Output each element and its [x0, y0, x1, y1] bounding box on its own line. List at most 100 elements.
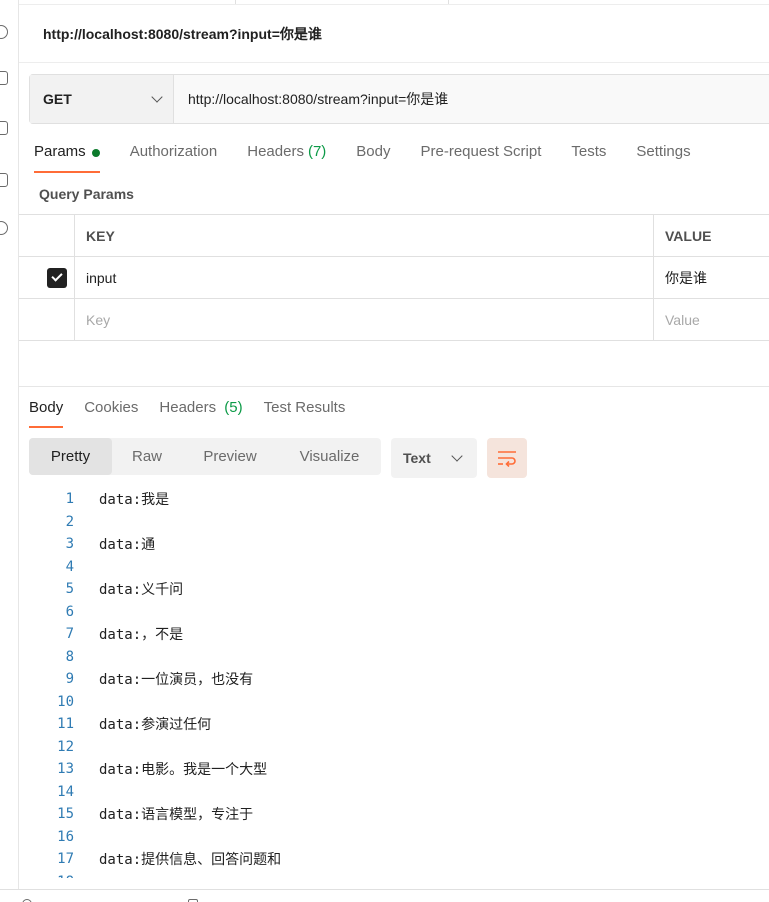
tab-pre-request-script-label: Pre-request Script: [420, 143, 542, 160]
code-line: 16: [19, 826, 769, 849]
tab-tests-label: Tests: [571, 143, 607, 160]
tab-settings-label: Settings: [636, 143, 691, 160]
line-number: 14: [57, 783, 74, 800]
line-text: data:义千问: [99, 582, 184, 599]
code-line: 11 data:参演过任何: [19, 713, 769, 736]
line-number: 3: [65, 536, 74, 553]
apis-icon[interactable]: [0, 70, 12, 86]
view-pretty-button[interactable]: Pretty: [29, 438, 112, 475]
code-line: 15 data:语言模型，专注于: [19, 803, 769, 826]
tab-authorization[interactable]: Authorization: [130, 143, 218, 173]
code-line: 5 data:义千问: [19, 578, 769, 601]
param-enabled-checkbox[interactable]: [46, 267, 67, 288]
resp-tab-cookies[interactable]: Cookies: [84, 399, 138, 428]
resp-tab-test-results-label: Test Results: [263, 399, 346, 416]
table-header-row: KEY VALUE: [19, 215, 769, 257]
tab-headers-count: (7): [307, 143, 327, 160]
response-body-editor[interactable]: 1 data:我是 2 3 data:通 4 5 data:义千问 6 7 data:，不是 8 9 da…: [19, 488, 769, 893]
code-line: 13 data:电影。我是一个大型: [19, 758, 769, 781]
view-preview-button[interactable]: Preview: [182, 438, 278, 475]
param-value-cell[interactable]: 你是谁: [654, 257, 769, 298]
table-row-new: Key Value: [19, 299, 769, 341]
resp-tab-headers[interactable]: Headers (5): [159, 399, 242, 428]
tab-body-label: Body: [356, 143, 391, 160]
resp-tab-body[interactable]: Body: [29, 399, 64, 428]
title-divider: [19, 62, 769, 63]
collections-icon[interactable]: [0, 24, 12, 40]
tab-body[interactable]: Body: [356, 143, 390, 173]
line-text: data:我是: [99, 492, 170, 509]
table-row: input 你是谁: [19, 257, 769, 299]
wrap-lines-button[interactable]: [487, 438, 527, 478]
history-icon[interactable]: [0, 220, 12, 236]
tab-pre-request-script[interactable]: Pre-request Script: [421, 143, 542, 173]
mock-servers-icon[interactable]: [0, 172, 12, 188]
checkbox-column-header: [19, 215, 75, 256]
line-number: 17: [57, 851, 74, 868]
line-number: 12: [57, 738, 74, 755]
check-icon: [50, 270, 63, 282]
line-number: 10: [57, 693, 74, 710]
query-params-heading: Query Params: [39, 186, 134, 202]
code-line: 9 data:一位演员，也没有: [19, 668, 769, 691]
tab-params[interactable]: Params: [34, 143, 100, 173]
line-text: data:语言模型，专注于: [99, 807, 254, 824]
line-text: data:一位演员，也没有: [99, 672, 254, 689]
params-active-dot-icon: [91, 149, 100, 157]
code-line: 2: [19, 511, 769, 534]
url-bar: GET: [29, 74, 769, 124]
value-column-header: VALUE: [665, 227, 712, 244]
new-param-key-input[interactable]: Key: [75, 299, 654, 340]
format-select[interactable]: Text: [391, 438, 477, 478]
code-line: 10: [19, 691, 769, 714]
line-number: 7: [65, 626, 74, 643]
response-pane-divider[interactable]: [19, 386, 769, 387]
code-line: 1 data:我是: [19, 488, 769, 511]
line-text: data:通: [99, 537, 156, 554]
chevron-down-icon: [451, 450, 463, 462]
wrap-lines-icon: [498, 451, 516, 467]
tab-settings[interactable]: Settings: [636, 143, 690, 173]
line-number: 4: [65, 558, 74, 575]
request-title[interactable]: http://localhost:8080/stream?input=你是谁: [43, 24, 322, 44]
tab-bar-divider: [19, 4, 769, 5]
param-key-cell[interactable]: input: [75, 257, 654, 298]
method-label: GET: [43, 91, 72, 107]
new-param-checkbox-cell: [19, 299, 75, 340]
new-param-value-input[interactable]: Value: [654, 299, 769, 340]
code-line: 6: [19, 601, 769, 624]
code-line: 8: [19, 646, 769, 669]
resp-tab-body-label: Body: [29, 399, 64, 416]
code-line: 4: [19, 556, 769, 579]
url-input[interactable]: [174, 75, 769, 123]
view-raw-button[interactable]: Raw: [112, 438, 182, 475]
tab-tests[interactable]: Tests: [571, 143, 606, 173]
tab-authorization-label: Authorization: [129, 143, 218, 160]
tab-headers[interactable]: Headers (7): [247, 143, 326, 173]
status-bar: [0, 889, 769, 902]
code-line: 12: [19, 736, 769, 759]
request-tabs: Params Authorization Headers (7) Body Pr…: [34, 143, 721, 173]
view-mode-group: Pretty Raw Preview Visualize: [29, 438, 381, 475]
environments-icon[interactable]: [0, 120, 12, 136]
code-line: 3 data:通: [19, 533, 769, 556]
line-number: 16: [57, 828, 74, 845]
line-text: data:电影。我是一个大型: [99, 762, 268, 779]
query-params-table: KEY VALUE input 你是谁 Key Value: [19, 214, 769, 341]
param-enabled-cell: [19, 257, 75, 298]
chevron-down-icon: [151, 91, 163, 103]
line-number: 6: [65, 603, 74, 620]
line-number: 1: [65, 491, 74, 508]
line-number: 13: [57, 761, 74, 778]
line-number: 8: [65, 648, 74, 665]
view-visualize-button[interactable]: Visualize: [278, 438, 381, 475]
resp-tab-test-results[interactable]: Test Results: [264, 399, 346, 428]
code-line: 7 data:，不是: [19, 623, 769, 646]
sidebar-icon-strip: [0, 0, 19, 902]
format-select-label: Text: [403, 450, 431, 466]
code-line: 17 data:提供信息、回答问题和: [19, 848, 769, 871]
method-select[interactable]: GET: [30, 75, 174, 123]
tab-headers-label: Headers: [247, 143, 304, 160]
line-number: 2: [65, 513, 74, 530]
resp-tab-cookies-label: Cookies: [84, 399, 139, 416]
